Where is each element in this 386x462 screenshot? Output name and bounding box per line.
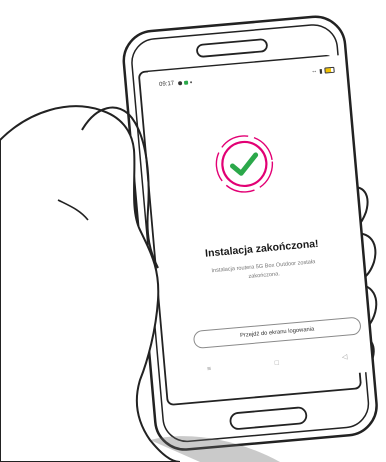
home-icon[interactable]: □ xyxy=(272,359,283,367)
go-to-login-button[interactable]: Przejdź do ekranu logowania xyxy=(192,316,362,350)
signal-icon: ▮ xyxy=(319,68,323,75)
small-dot-icon xyxy=(189,81,193,84)
wifi-icon: ↔ xyxy=(311,68,318,75)
status-time: 09:17 xyxy=(158,80,175,89)
description-text: Instalacja routera 5G Box Outdoor został… xyxy=(177,255,350,288)
status-right: ↔ ▮ xyxy=(311,66,335,75)
android-nav-bar: ≡ □ ◁ xyxy=(204,352,350,375)
phone-screen: 09:17 ↔ ▮ Instalacja zakończona! Instala… xyxy=(148,54,371,389)
battery-icon xyxy=(324,66,335,74)
recents-icon[interactable]: ≡ xyxy=(204,365,215,373)
photo-scene: 09:17 ↔ ▮ Instalacja zakończona! Instala… xyxy=(0,0,386,462)
status-bar: 09:17 ↔ ▮ xyxy=(159,64,335,91)
app-icon xyxy=(183,80,189,85)
success-check-icon xyxy=(212,131,277,196)
notification-dot-icon xyxy=(177,81,183,86)
back-icon[interactable]: ◁ xyxy=(339,353,350,362)
